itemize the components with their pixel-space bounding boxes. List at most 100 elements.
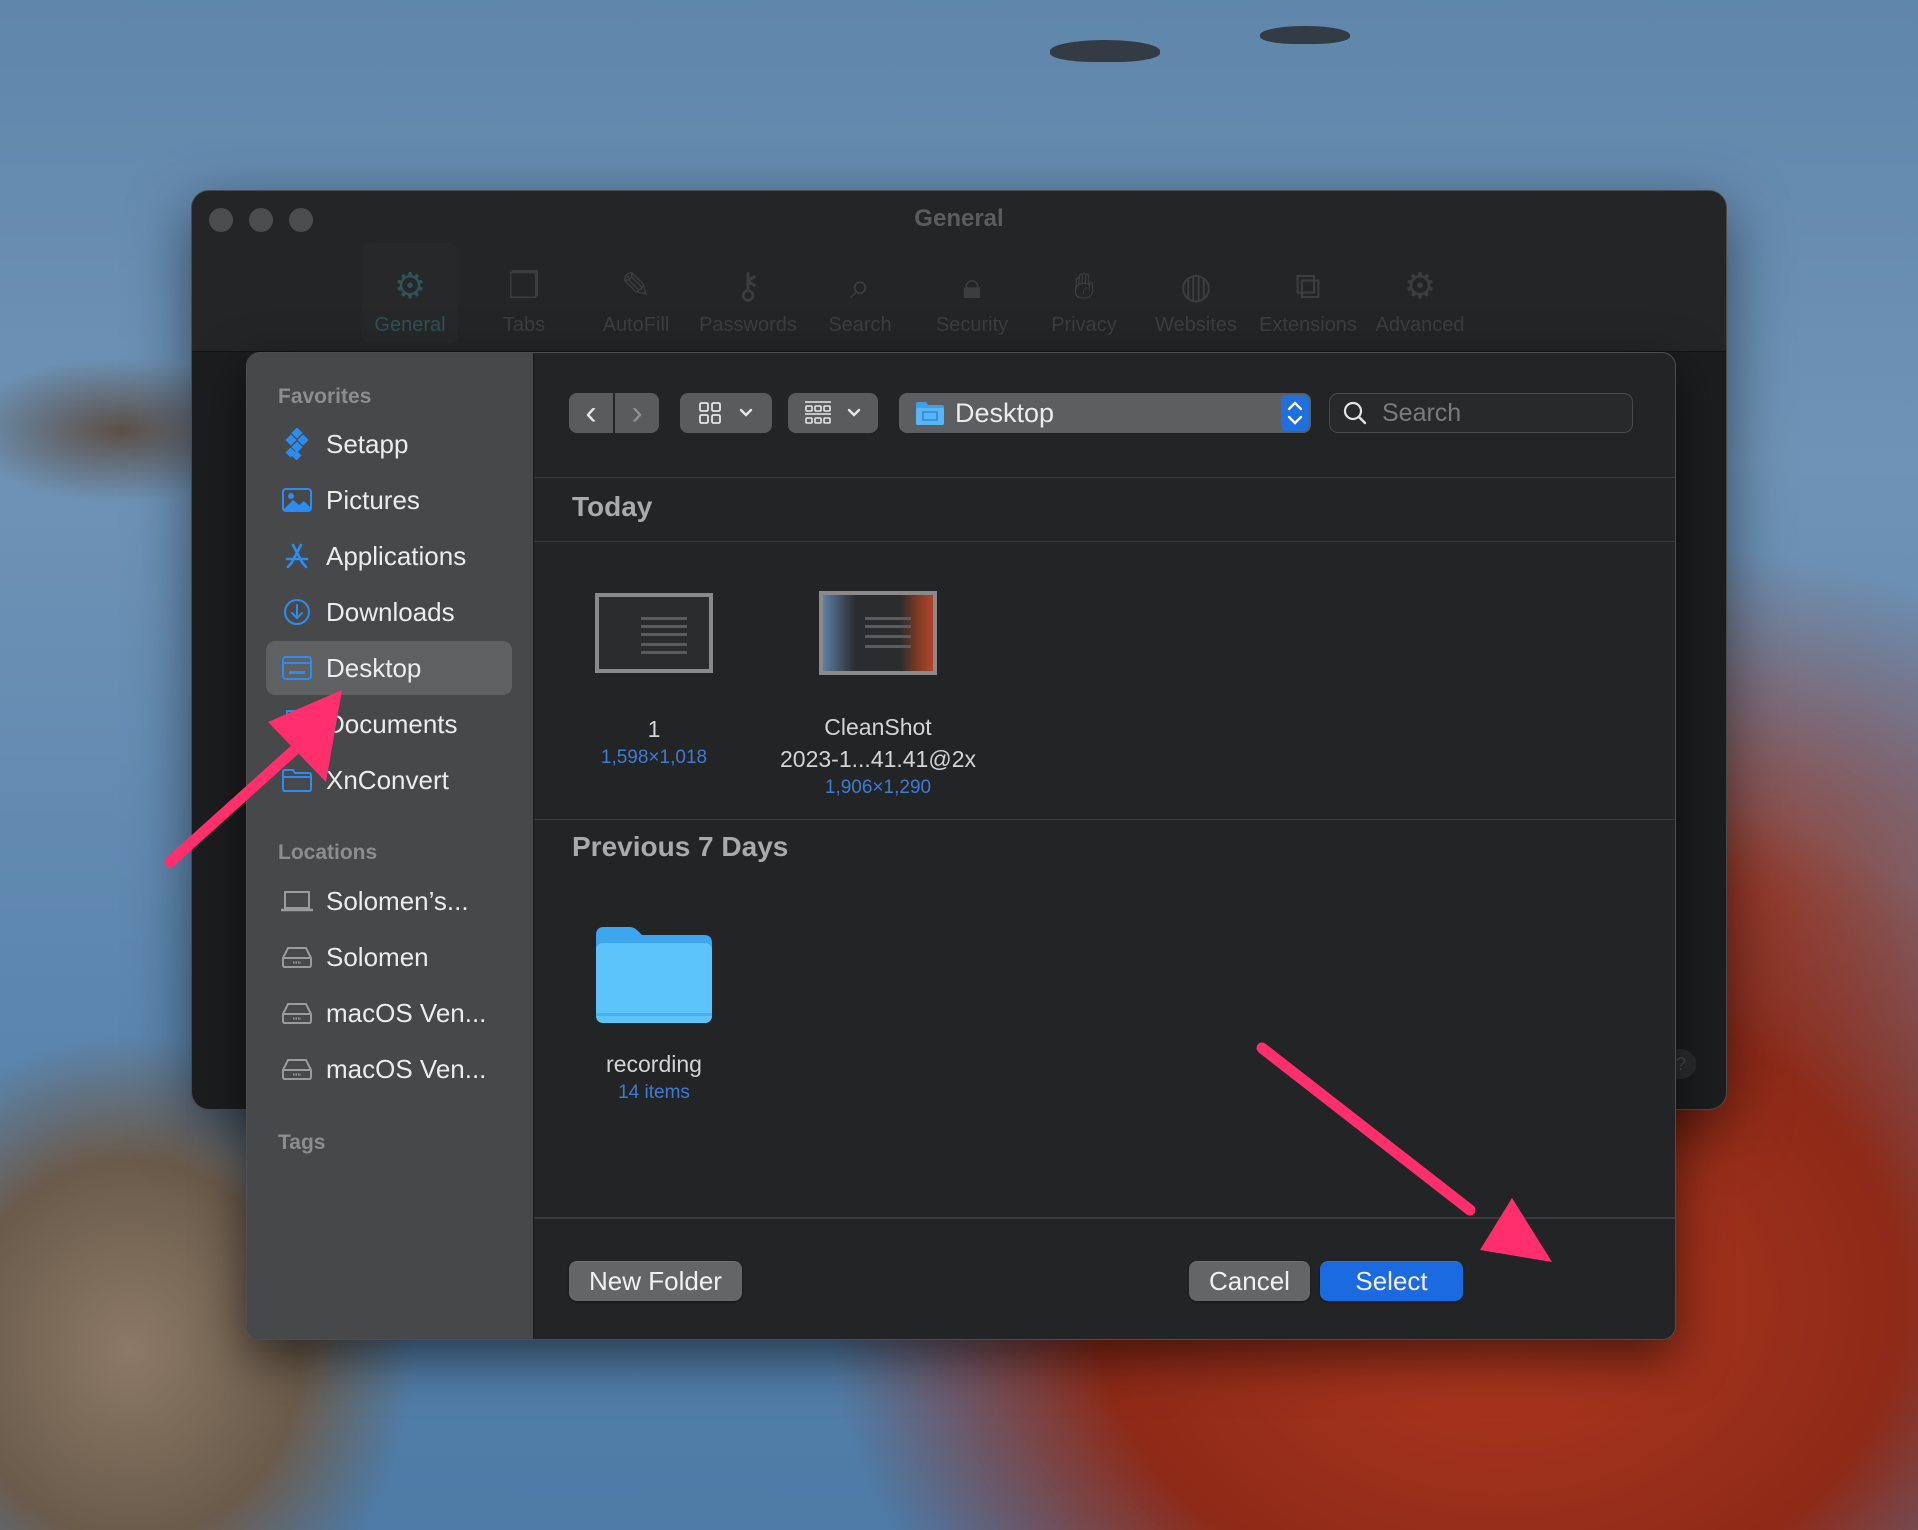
folder-icon: [280, 763, 314, 797]
group-header-previous-7-days: Previous 7 Days: [572, 831, 789, 862]
sidebar-item-label: Setapp: [326, 428, 409, 459]
group-view-icon: [805, 401, 831, 424]
view-mode-button[interactable]: [680, 393, 772, 433]
sidebar-item-downloads[interactable]: Downloads: [266, 585, 512, 639]
pictures-icon: [280, 483, 314, 517]
sidebar-item-applications[interactable]: Applications: [266, 529, 512, 583]
gears-icon: ⚙: [1403, 265, 1437, 306]
prefs-tab-passwords[interactable]: ⚷ Passwords: [692, 243, 804, 343]
chevron-right-icon: ›: [631, 393, 643, 432]
sidebar-item-location[interactable]: Solomen: [266, 930, 512, 984]
prefs-tab-extensions[interactable]: ⧉ Extensions: [1252, 243, 1364, 343]
screenshot-thumbnail: [595, 593, 713, 673]
divider: [534, 819, 1675, 820]
prefs-tab-label: Search: [828, 314, 892, 336]
sidebar-item-pictures[interactable]: Pictures: [266, 473, 512, 527]
prefs-tab-label: Security: [935, 314, 1009, 336]
prefs-tab-label: Tabs: [502, 314, 546, 336]
laptop-icon: [280, 884, 314, 918]
prefs-tab-label: General: [374, 314, 446, 336]
prefs-tab-label: Extensions: [1259, 314, 1357, 336]
search-field[interactable]: [1329, 393, 1633, 433]
cancel-button[interactable]: Cancel: [1189, 1261, 1310, 1301]
sidebar-item-label: macOS Ven...: [326, 1053, 487, 1084]
group-header-today: Today: [572, 491, 653, 522]
sidebar-item-location[interactable]: macOS Ven...: [266, 1042, 512, 1096]
wallpaper-rock: [1050, 40, 1160, 62]
prefs-tab-general[interactable]: ⚙ General: [362, 243, 458, 343]
sidebar-item-label: Applications: [326, 540, 467, 571]
file-name: CleanShot 2023-1...41.41@2x: [758, 711, 998, 775]
desktop-icon: [280, 651, 314, 685]
file-name: 1: [647, 716, 661, 742]
prefs-tab-search[interactable]: ⌕ Search: [804, 243, 916, 343]
documents-icon: [280, 707, 314, 741]
applications-icon: [280, 539, 314, 573]
sidebar-section-locations: Locations: [278, 841, 378, 864]
location-popup[interactable]: Desktop: [899, 393, 1311, 433]
sidebar-section-tags: Tags: [278, 1131, 326, 1154]
new-folder-button[interactable]: New Folder: [569, 1261, 742, 1301]
select-button[interactable]: Select: [1320, 1261, 1463, 1301]
puzzle-icon: ⧉: [1295, 265, 1321, 306]
setapp-icon: [280, 427, 314, 461]
file-item[interactable]: CleanShot 2023-1...41.41@2x 1,906×1,290: [758, 591, 998, 801]
divider: [534, 541, 1675, 542]
icon-view-icon: [699, 402, 721, 424]
prefs-tab-label: Privacy: [1051, 314, 1117, 336]
location-stepper[interactable]: [1281, 395, 1309, 431]
sidebar-item-label: Solomen’s...: [326, 885, 469, 916]
sidebar-item-setapp[interactable]: Setapp: [266, 417, 512, 471]
location-label: Desktop: [955, 397, 1055, 428]
file-name-line: CleanShot: [824, 714, 932, 740]
lock-icon: 🔒︎: [962, 265, 982, 306]
prefs-tab-security[interactable]: 🔒︎ Security: [916, 243, 1028, 343]
key-icon: ⚷: [734, 265, 762, 306]
drive-icon: [280, 996, 314, 1030]
prefs-tab-label: Advanced: [1375, 314, 1465, 336]
sidebar-item-documents[interactable]: Documents: [266, 697, 512, 751]
prefs-tab-tabs[interactable]: ❐ Tabs: [468, 243, 580, 343]
folder-item-count: 14 items: [618, 1082, 690, 1103]
search-icon: [1343, 401, 1367, 425]
forward-button[interactable]: ›: [615, 393, 659, 433]
sidebar-section-favorites: Favorites: [278, 385, 372, 408]
search-input[interactable]: [1380, 397, 1624, 429]
folder-item[interactable]: recording 14 items: [534, 925, 774, 1106]
hand-icon: ✋︎: [1073, 265, 1095, 306]
downloads-icon: [280, 595, 314, 629]
sidebar-item-label: Desktop: [326, 652, 422, 683]
group-by-button[interactable]: [788, 393, 878, 433]
wallpaper-rock: [1260, 26, 1350, 44]
chevron-down-icon: [847, 408, 861, 417]
sidebar-item-xnconvert[interactable]: XnConvert: [266, 753, 512, 807]
sidebar-item-label: XnConvert: [326, 764, 449, 795]
dialog-footer: New Folder Cancel Select: [534, 1217, 1675, 1339]
sidebar-item-label: Solomen: [326, 941, 429, 972]
screenshot-thumbnail: [819, 591, 937, 675]
drive-icon: [280, 940, 314, 974]
prefs-tab-autofill[interactable]: ✎ AutoFill: [580, 243, 692, 343]
autofill-icon: ✎: [620, 265, 652, 306]
sidebar-item-location[interactable]: macOS Ven...: [266, 986, 512, 1040]
drive-icon: [280, 1052, 314, 1086]
file-item[interactable]: 1 1,598×1,018: [534, 593, 774, 771]
search-icon: ⌕: [849, 265, 871, 306]
desktop-folder-icon: [916, 402, 944, 425]
prefs-tab-label: Passwords: [699, 314, 797, 336]
prefs-tab-label: Websites: [1155, 314, 1237, 336]
back-button[interactable]: ‹: [569, 393, 613, 433]
prefs-tab-label: AutoFill: [602, 314, 670, 336]
sidebar-item-desktop[interactable]: Desktop: [266, 641, 512, 695]
prefs-window-title: General: [914, 205, 1004, 232]
up-down-chevron-icon: [1287, 401, 1303, 425]
sidebar-item-location[interactable]: Solomen’s...: [266, 874, 512, 928]
prefs-titlebar: General ⚙ General ❐ Tabs ✎ AutoFill ⚷ Pa…: [192, 191, 1726, 352]
prefs-tab-websites[interactable]: ◍ Websites: [1140, 243, 1252, 343]
prefs-tab-advanced[interactable]: ⚙ Advanced: [1364, 243, 1476, 343]
folder-name: recording: [606, 1051, 702, 1077]
dialog-toolbar: ‹ › Desktop: [534, 353, 1675, 478]
prefs-tab-privacy[interactable]: ✋︎ Privacy: [1028, 243, 1140, 343]
prefs-tab-bar: ⚙ General ❐ Tabs ✎ AutoFill ⚷ Passwords …: [362, 243, 1476, 343]
sidebar-item-label: Downloads: [326, 596, 455, 627]
